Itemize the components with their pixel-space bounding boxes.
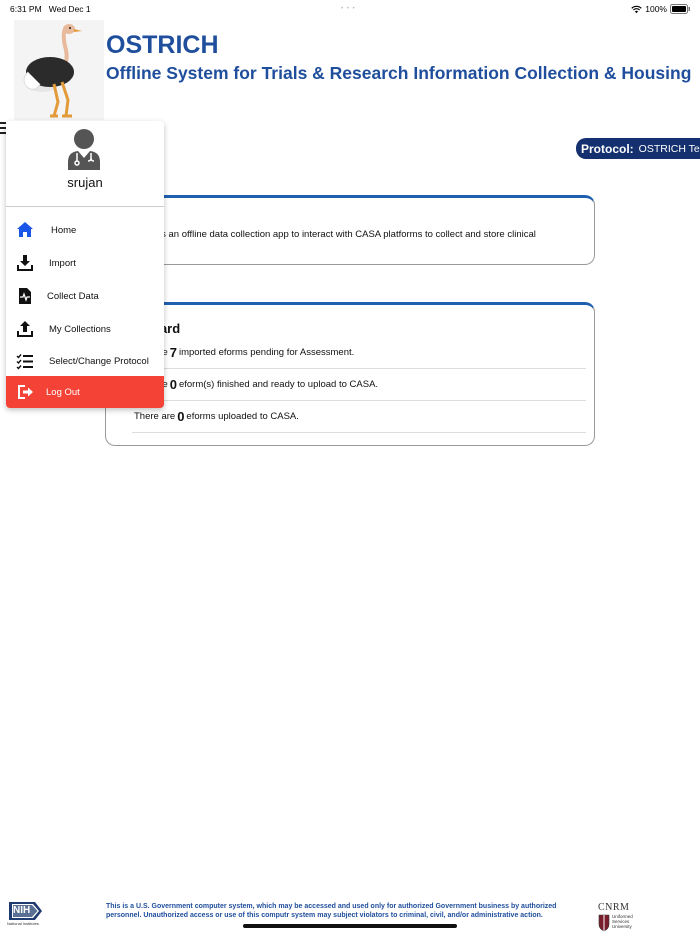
row-prefix: There are	[134, 411, 176, 422]
menu-item-my-collections[interactable]: My Collections	[6, 313, 164, 345]
protocol-label: Protocol:	[581, 141, 634, 156]
menu-item-label: Select/Change Protocol	[49, 355, 149, 367]
upload-icon	[17, 321, 33, 337]
menu-profile: srujan	[6, 121, 164, 207]
ostrich-icon	[14, 20, 104, 120]
menu-item-label: Import	[49, 257, 76, 269]
download-icon	[17, 255, 33, 271]
home-icon	[17, 222, 33, 237]
document-pulse-icon	[19, 288, 31, 304]
checklist-icon	[16, 354, 33, 370]
multitask-dots[interactable]: • • •	[341, 6, 359, 12]
menu-item-label: Home	[51, 224, 77, 236]
menu-item-import[interactable]: Import	[6, 247, 164, 279]
menu-item-label: My Collections	[49, 323, 111, 335]
nih-logo-text: NIH	[13, 905, 31, 916]
protocol-badge[interactable]: Protocol: OSTRICH Test	[576, 138, 700, 159]
logout-icon	[18, 385, 33, 399]
status-time-text: 6:31 PM	[10, 4, 42, 14]
menu-item-home[interactable]: Home	[6, 214, 164, 246]
dashboard-row-uploaded: There are 0 eforms uploaded to CASA.	[132, 401, 586, 433]
menu-item-label: Collect Data	[47, 290, 99, 302]
usu-caption: Uniformed Services University	[612, 914, 633, 929]
row-suffix: eform(s) finished and ready to upload to…	[178, 379, 379, 390]
nih-logo: NIH National Institutes	[7, 902, 43, 926]
uploaded-count: 0	[177, 409, 185, 424]
row-suffix: eforms uploaded to CASA.	[186, 411, 299, 422]
status-right: 100%	[631, 4, 690, 14]
dashboard-row-finished: are 0 eform(s) finished and ready to upl…	[132, 369, 586, 401]
wifi-icon	[631, 5, 642, 13]
username: srujan	[67, 175, 103, 190]
menu-item-select-protocol[interactable]: Select/Change Protocol	[6, 345, 164, 377]
home-indicator[interactable]	[243, 924, 457, 928]
protocol-value: OSTRICH Test	[638, 142, 700, 155]
cnrm-logo: CNRM Uniformed Services University	[596, 902, 646, 932]
doctor-avatar-icon	[68, 129, 100, 170]
row-suffix: imported eforms pending for Assessment.	[178, 347, 355, 358]
welcome-text: is an offline data collection app to int…	[159, 229, 536, 240]
welcome-card: ne is an offline data collection app to …	[105, 195, 595, 265]
government-disclaimer: This is a U.S. Government computer syste…	[106, 903, 557, 919]
nih-caption: National Institutes	[7, 921, 39, 926]
battery-percent: 100%	[645, 4, 667, 14]
status-date-text: Wed Dec 1	[48, 4, 91, 14]
dashboard-row-pending: are 7 imported eforms pending for Assess…	[132, 337, 586, 369]
finished-count: 0	[169, 377, 177, 392]
battery-icon	[670, 4, 690, 14]
dashboard-card: oard are 7 imported eforms pending for A…	[105, 302, 595, 446]
cnrm-logo-text: CNRM	[598, 902, 630, 913]
app-subtitle: Offline System for Trials & Research Inf…	[106, 63, 692, 83]
menu-item-logout[interactable]: Log Out	[6, 376, 164, 408]
ostrich-logo	[14, 20, 104, 120]
app-title: OSTRICH	[106, 31, 219, 59]
usu-shield-icon	[598, 914, 610, 932]
menu-item-collect-data[interactable]: Collect Data	[6, 280, 164, 312]
pending-count: 7	[169, 345, 177, 360]
status-time: 6:31 PM Wed Dec 1	[10, 4, 91, 14]
menu-item-label: Log Out	[46, 386, 80, 398]
usu-caption-line: University	[612, 924, 632, 929]
side-menu: srujan Home Import Collect Data My Colle…	[6, 121, 164, 408]
